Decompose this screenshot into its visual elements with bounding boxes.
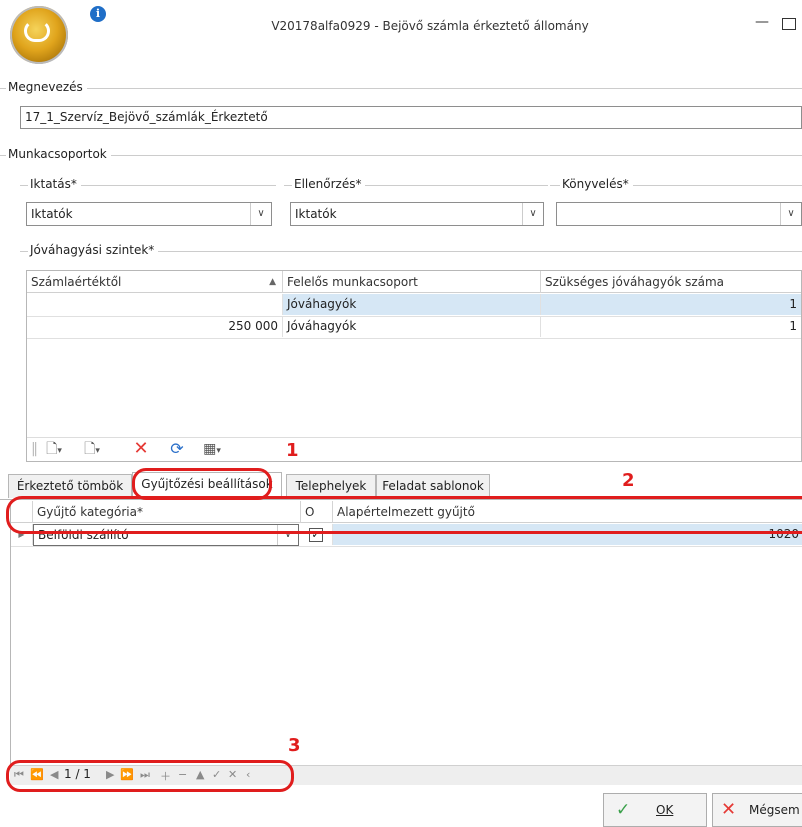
delete-icon[interactable]: ✕ [131, 438, 151, 460]
logo-mark [24, 20, 50, 42]
checkmark-icon: ✓ [616, 800, 631, 820]
grid-header: Számlaértéktől ▲ Felelős munkacsoport Szü… [27, 271, 801, 293]
table-row[interactable]: 250 000 Jóváhagyók 1 [27, 316, 801, 339]
iktatas-select[interactable]: Iktatók ∨ [26, 202, 272, 226]
close-icon: ✕ [721, 799, 737, 820]
edit-row-button[interactable]: 🗋▾ [77, 438, 107, 460]
annotation-highlight-2 [6, 496, 802, 534]
chevron-down-icon[interactable]: ∨ [522, 203, 543, 225]
cell-csoport[interactable]: Jóváhagyók [283, 316, 541, 337]
window-title: V20178alfa0929 - Bejövő számla érkeztető… [271, 19, 589, 33]
ellenorzes-label: Ellenőrzés* [292, 177, 366, 191]
megnevezes-input[interactable]: 17_1_Szervíz_Bejövő_számlák_Érkeztető [20, 106, 802, 129]
column-header-felelos[interactable]: Felelős munkacsoport [283, 271, 541, 293]
minimize-button[interactable]: — [752, 14, 772, 34]
cell-szam[interactable]: 1 [541, 294, 801, 315]
ellenorzes-value: Iktatók [295, 207, 337, 221]
refresh-icon[interactable]: ⟳ [167, 438, 187, 460]
table-row[interactable]: Jóváhagyók 1 [27, 294, 801, 317]
title-bar: i V20178alfa0929 - Bejövő számla érkezte… [0, 0, 802, 74]
dropdown-arrow-icon: ▾ [216, 446, 221, 456]
munkacsoportok-label: Munkacsoportok [6, 147, 111, 161]
gyujto-grid[interactable]: Gyűjtő kategória* O Alapértelmezett gyűj… [10, 501, 802, 765]
konyveles-label: Könyvelés* [560, 177, 633, 191]
cell-csoport[interactable]: Jóváhagyók [283, 294, 541, 315]
annotation-number-1: 1 [286, 440, 299, 461]
new-document-icon: 🗋 [46, 441, 58, 457]
app-logo-icon[interactable] [10, 6, 68, 64]
toolbar-grip: ‖ [31, 441, 38, 457]
grid-layout-button[interactable]: ▦▾ [195, 438, 229, 460]
tab-feladat-sablonok[interactable]: Feladat sablonok [376, 474, 490, 498]
ok-label: OK [656, 803, 674, 817]
add-row-button[interactable]: 🗋▾ [39, 438, 69, 460]
info-icon[interactable]: i [90, 6, 106, 22]
annotation-number-2: 2 [622, 470, 635, 491]
munkacsoportok-group-line [0, 155, 802, 156]
cancel-label: Mégsem [749, 803, 800, 817]
grid-settings-icon: ▦ [203, 441, 217, 457]
jovahagyasi-grid[interactable]: Számlaértéktől ▲ Felelős munkacsoport Szü… [26, 270, 802, 462]
cell-szam[interactable]: 1 [541, 316, 801, 337]
cell-ertek[interactable] [27, 294, 283, 315]
jovahagyasi-label: Jóváhagyási szintek* [28, 243, 159, 257]
cancel-button[interactable]: ✕ Mégsem [712, 793, 802, 827]
megnevezes-label: Megnevezés [6, 80, 87, 94]
column-header-label: Számlaértéktől [31, 275, 122, 289]
edit-document-icon: 🗋 [84, 441, 96, 457]
maximize-button[interactable] [782, 18, 796, 30]
cell-ertek[interactable]: 250 000 [27, 316, 283, 337]
column-header-szamlaertektol[interactable]: Számlaértéktől ▲ [27, 271, 283, 293]
dropdown-arrow-icon: ▾ [57, 446, 62, 456]
tab-telephelyek[interactable]: Telephelyek [286, 474, 376, 498]
iktatas-value: Iktatók [31, 207, 73, 221]
annotation-number-3: 3 [288, 735, 301, 756]
grid-toolbar: ‖ 🗋▾ 🗋▾ ✕ ⟳ ▦▾ [27, 437, 801, 461]
sort-asc-icon: ▲ [269, 277, 276, 287]
iktatas-label: Iktatás* [28, 177, 81, 191]
chevron-down-icon[interactable]: ∨ [250, 203, 271, 225]
column-header-szukseges[interactable]: Szükséges jóváhagyók száma [541, 271, 801, 293]
annotation-highlight-3 [6, 760, 294, 792]
megnevezes-group-line [0, 88, 802, 89]
dropdown-arrow-icon: ▾ [95, 446, 100, 456]
tab-erkezteto-tombok[interactable]: Érkeztető tömbök [8, 474, 132, 498]
ellenorzes-select[interactable]: Iktatók ∨ [290, 202, 544, 226]
chevron-down-icon[interactable]: ∨ [780, 203, 801, 225]
ok-button[interactable]: ✓ OK [603, 793, 707, 827]
konyveles-select[interactable]: ∨ [556, 202, 802, 226]
